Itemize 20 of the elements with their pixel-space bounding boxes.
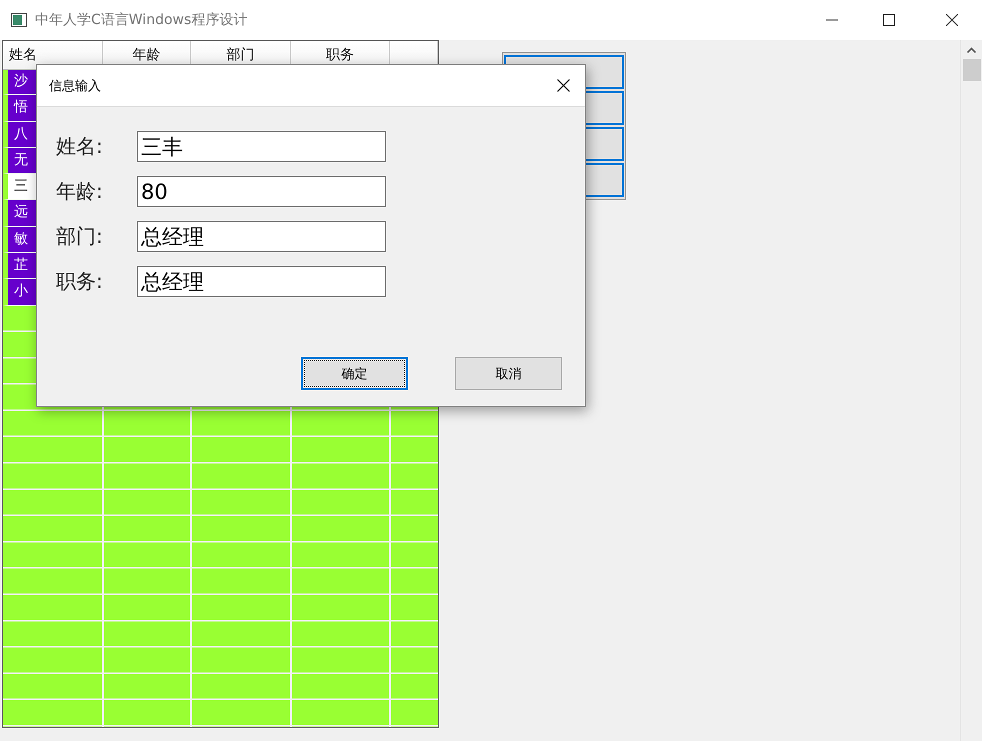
window-title: 中年人学C语言Windows程序设计 <box>35 11 248 29</box>
dialog-title: 信息输入 <box>49 78 101 94</box>
field-label: 姓名: <box>56 133 104 160</box>
field-label: 职务: <box>56 268 104 295</box>
scroll-up-icon[interactable] <box>967 47 976 53</box>
input-field[interactable]: 80 <box>137 176 386 207</box>
scroll-thumb[interactable] <box>962 59 980 81</box>
dialog-button[interactable]: 取消 <box>455 357 562 390</box>
dialog-button[interactable]: 确定 <box>301 357 408 390</box>
maximize-icon[interactable] <box>883 14 895 26</box>
field-label: 部门: <box>56 223 104 250</box>
input-field[interactable]: 总经理 <box>137 266 386 297</box>
input-field[interactable]: 三丰 <box>137 131 386 162</box>
input-field[interactable]: 总经理 <box>137 221 386 252</box>
window-icon <box>11 13 27 27</box>
field-label: 年龄: <box>56 178 104 205</box>
close-icon[interactable] <box>946 14 958 26</box>
close-icon[interactable] <box>557 79 570 92</box>
scroll-bar[interactable] <box>960 40 982 741</box>
minimize-icon[interactable] <box>826 19 838 21</box>
